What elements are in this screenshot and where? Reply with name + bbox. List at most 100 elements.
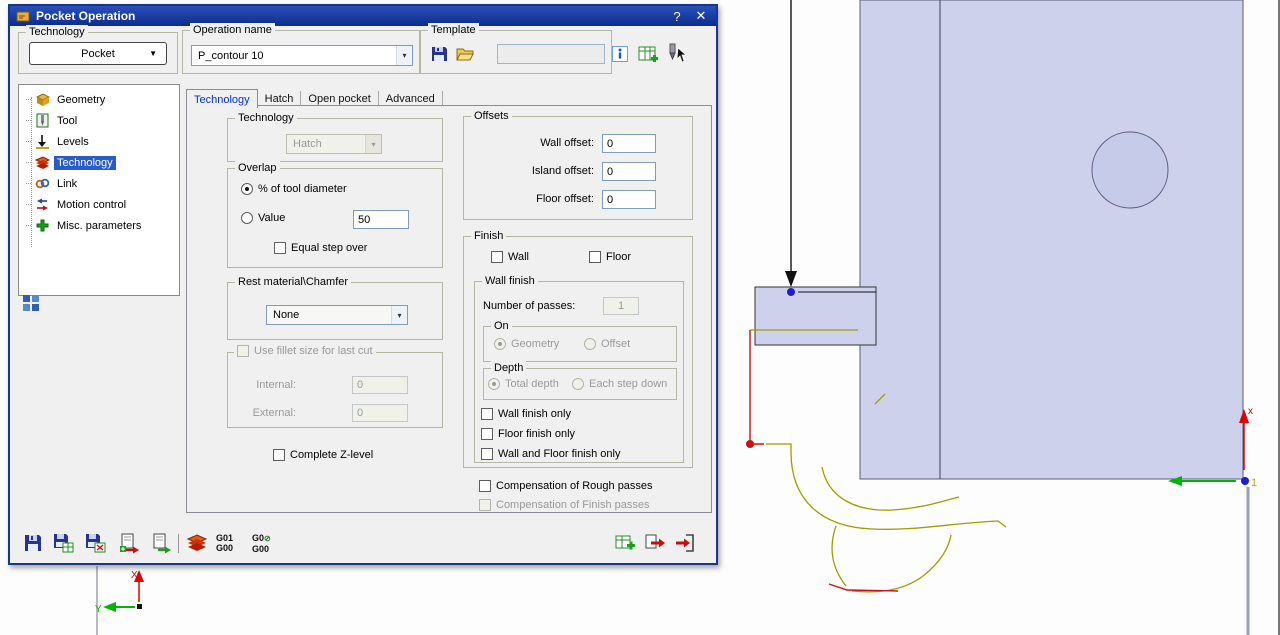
tree-item-levels[interactable]: Levels xyxy=(19,131,179,152)
checkbox-icon[interactable] xyxy=(273,449,285,461)
internal-field xyxy=(352,376,408,394)
checkbox-icon xyxy=(237,345,249,357)
toolbar-copy-green-icon[interactable] xyxy=(150,532,172,554)
value-radio-label: Value xyxy=(258,212,286,224)
add-operation-icon[interactable] xyxy=(614,532,636,554)
combo-arrow-icon[interactable]: ▾ xyxy=(391,306,407,324)
gcode-g01-g00-label[interactable]: G01 G00 xyxy=(216,533,233,553)
tree-motion-icon xyxy=(37,198,48,211)
technology-group-label: Technology xyxy=(26,25,88,39)
equal-step-over-checkbox[interactable]: Equal step over xyxy=(274,242,367,254)
tab-technology[interactable]: Technology xyxy=(186,89,258,108)
radio-icon xyxy=(584,338,596,350)
floor-finish-only-checkbox[interactable]: Floor finish only xyxy=(481,428,575,440)
depth-group: Depth Total depth Each step down xyxy=(483,361,677,400)
chevron-down-icon: ▼ xyxy=(149,49,157,58)
template-field[interactable] xyxy=(497,44,605,64)
axis-y-label: Y xyxy=(95,604,102,615)
technology-dropdown[interactable]: Pocket ▼ xyxy=(29,42,167,65)
info-icon[interactable] xyxy=(612,46,628,62)
close-button[interactable]: ✕ xyxy=(692,8,710,24)
toolbar-save-template-icon[interactable] xyxy=(52,532,74,554)
wall-checkbox[interactable]: Wall xyxy=(491,251,529,263)
tree-item-tool[interactable]: Tool xyxy=(19,110,179,131)
tree-item-label: Misc. parameters xyxy=(57,219,142,232)
floor-label: Floor xyxy=(606,251,632,263)
value-radio[interactable]: Value xyxy=(241,212,285,224)
save-template-icon[interactable] xyxy=(429,44,449,64)
tree-item-misc-parameters[interactable]: Misc. parameters xyxy=(19,215,179,236)
help-button[interactable]: ? xyxy=(668,9,686,24)
operation-name-label: Operation name xyxy=(190,23,275,37)
wall-and-floor-finish-only-checkbox[interactable]: Wall and Floor finish only xyxy=(481,448,620,460)
complete-z-level-checkbox[interactable]: Complete Z-level xyxy=(273,449,373,461)
tree-item-label: Tool xyxy=(57,114,78,127)
technology-dropdown-value: Pocket xyxy=(81,47,115,60)
tree-item-label: Technology xyxy=(54,155,116,170)
tab-hatch[interactable]: Hatch xyxy=(258,91,302,106)
checkbox-icon[interactable] xyxy=(491,251,503,263)
radio-icon[interactable] xyxy=(241,183,253,195)
on-geometry-radio: Geometry xyxy=(494,338,559,350)
tree-link-icon xyxy=(35,178,50,189)
wall-finish-only-checkbox[interactable]: Wall finish only xyxy=(481,408,571,420)
floor-checkbox[interactable]: Floor xyxy=(589,251,631,263)
floor-offset-label: Floor offset: xyxy=(536,193,594,205)
template-table-icon[interactable] xyxy=(638,44,658,66)
operation-tree: Geometry Tool Levels Technology Link Mot… xyxy=(18,84,180,296)
pick-tool-icon[interactable] xyxy=(664,42,690,68)
tab-advanced[interactable]: Advanced xyxy=(379,91,443,106)
save-copy-icon[interactable] xyxy=(644,532,666,554)
radio-icon[interactable] xyxy=(241,212,253,224)
open-template-icon[interactable] xyxy=(455,44,475,64)
checkbox-icon[interactable] xyxy=(481,408,493,420)
titlebar[interactable]: Pocket Operation ? ✕ xyxy=(10,6,716,26)
checkbox-icon[interactable] xyxy=(589,251,601,263)
operation-name-combo[interactable]: P_contour 10 ▾ xyxy=(191,45,413,66)
screen: x 1 X Y Pocket Operation ? ✕ Technology … xyxy=(0,0,1280,635)
toolbar-technology-icon[interactable] xyxy=(186,532,208,554)
toolbar-save-icon[interactable] xyxy=(22,532,44,554)
pocket-operation-dialog: Pocket Operation ? ✕ Technology Pocket ▼… xyxy=(8,4,718,565)
technology-tab-panel: Technology Hatch ▾ Overlap % of tool dia… xyxy=(186,105,712,513)
wall-finish-label: Wall finish xyxy=(482,274,538,288)
internal-label: Internal: xyxy=(256,379,296,391)
compensation-rough-checkbox[interactable]: Compensation of Rough passes xyxy=(479,480,653,492)
grid-icon[interactable] xyxy=(22,294,40,312)
tab-open-pocket[interactable]: Open pocket xyxy=(301,91,379,106)
fillet-group: Use fillet size for last cut Internal: E… xyxy=(227,345,443,428)
tree-item-link[interactable]: Link xyxy=(19,173,179,194)
wall-offset-field[interactable] xyxy=(602,134,656,153)
checkbox-icon[interactable] xyxy=(479,480,491,492)
tree-item-technology[interactable]: Technology xyxy=(19,152,179,173)
floor-offset-field[interactable] xyxy=(602,190,656,209)
radio-icon xyxy=(494,338,506,350)
tree-item-label: Link xyxy=(57,177,78,190)
checkbox-icon[interactable] xyxy=(274,242,286,254)
total-depth-label: Total depth xyxy=(505,378,559,390)
depth-label: Depth xyxy=(491,361,527,375)
save-exit-icon[interactable] xyxy=(674,532,696,554)
compensation-rough-label: Compensation of Rough passes xyxy=(496,480,653,492)
axis-x-small-label: x xyxy=(1248,406,1253,417)
toolbar-copy-red-icon[interactable] xyxy=(118,532,140,554)
checkbox-icon[interactable] xyxy=(481,428,493,440)
checkbox-icon[interactable] xyxy=(481,448,493,460)
gcode-g0-g00-label[interactable]: G0⊘ G00 xyxy=(252,533,271,554)
tree-item-geometry[interactable]: Geometry xyxy=(19,89,179,110)
combo-arrow-icon[interactable]: ▾ xyxy=(396,46,412,65)
island-offset-field[interactable] xyxy=(602,162,656,181)
part-hole xyxy=(1091,131,1169,209)
tree-item-motion-control[interactable]: Motion control xyxy=(19,194,179,215)
rest-material-combo[interactable]: None ▾ xyxy=(266,305,408,325)
use-fillet-size-label: Use fillet size for last cut xyxy=(254,345,373,357)
offsets-group: Offsets Wall offset: Island offset: Floo… xyxy=(463,109,693,220)
toolbar-save-defaults-icon[interactable] xyxy=(84,532,106,554)
overlap-value-field[interactable] xyxy=(353,210,409,229)
template-label: Template xyxy=(428,23,479,37)
tree-item-label: Levels xyxy=(57,135,89,148)
percent-of-tool-diameter-radio[interactable]: % of tool diameter xyxy=(241,183,347,195)
tree-geometry-icon xyxy=(35,93,50,106)
tree-technology-icon xyxy=(35,156,50,169)
tree-misc-icon xyxy=(36,219,49,232)
